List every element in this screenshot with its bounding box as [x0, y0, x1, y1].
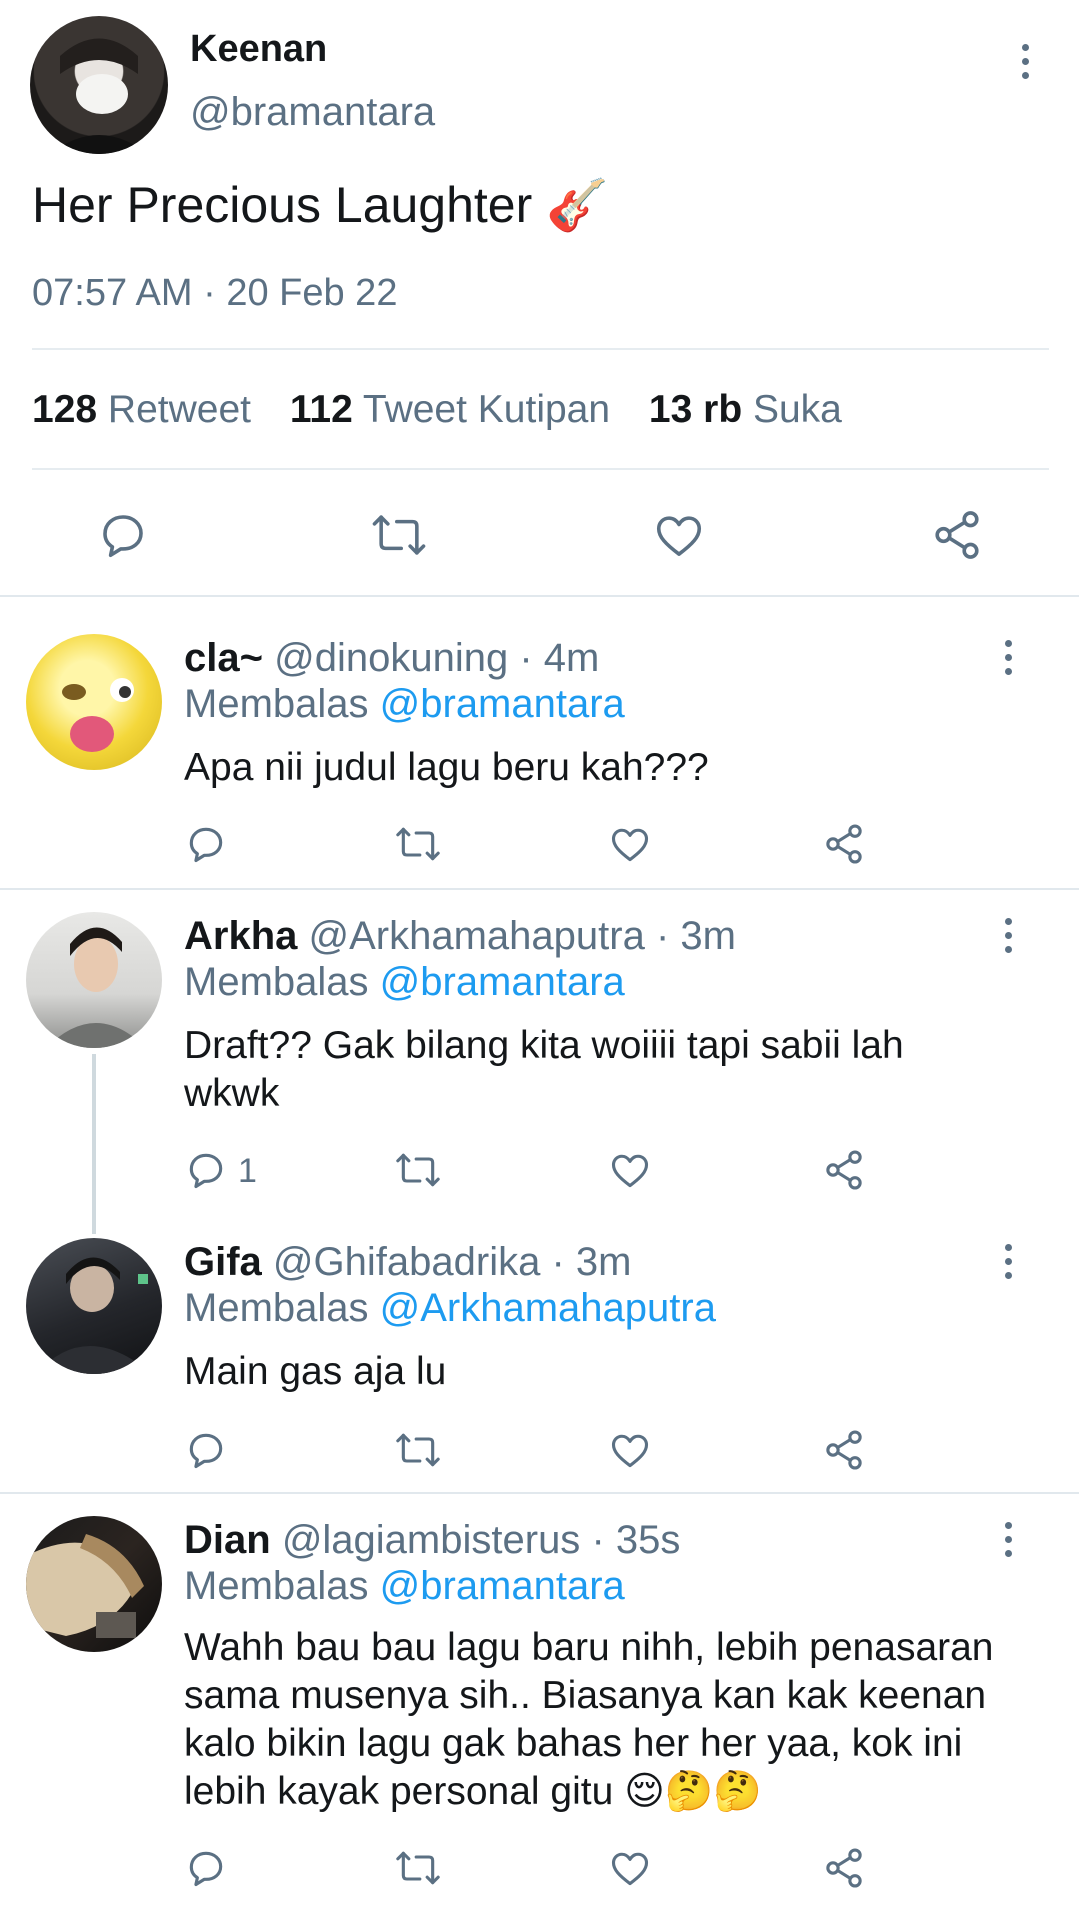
- reply-text: Apa nii judul lagu beru kah???: [184, 746, 709, 789]
- retweet-icon[interactable]: [394, 1846, 442, 1890]
- reply-icon[interactable]: [184, 1846, 228, 1890]
- reply-text: Main gas aja lu: [184, 1350, 447, 1393]
- like-icon[interactable]: [608, 1148, 652, 1192]
- quote-stat[interactable]: 112 Tweet Kutipan: [290, 388, 621, 431]
- section-divider: [0, 1492, 1079, 1494]
- tweet-stats: 128 Retweet 112 Tweet Kutipan 13 rb Suka: [32, 388, 842, 432]
- reply-author-name[interactable]: Arkha: [184, 914, 297, 958]
- reply-author-handle[interactable]: @lagiambisterus: [282, 1518, 581, 1562]
- replying-to: Membalas @bramantara: [184, 682, 625, 727]
- replying-to-prefix: Membalas: [184, 960, 369, 1004]
- retweet-icon[interactable]: [394, 1148, 442, 1192]
- retweet-stat[interactable]: 128 Retweet: [32, 388, 262, 431]
- share-icon[interactable]: [822, 1846, 866, 1890]
- author-avatar[interactable]: [30, 16, 168, 154]
- share-icon[interactable]: [822, 1148, 866, 1192]
- reply-count: 1: [238, 1152, 257, 1190]
- reply-time[interactable]: · 3m: [656, 914, 736, 958]
- replying-to-handle[interactable]: @bramantara: [380, 1564, 625, 1608]
- like-icon[interactable]: [652, 508, 706, 562]
- reply-icon[interactable]: [96, 508, 150, 562]
- share-icon[interactable]: [822, 822, 866, 866]
- reply-avatar[interactable]: [26, 634, 162, 770]
- guitar-emoji: 🎸: [546, 177, 609, 233]
- reply-author-name[interactable]: cla~: [184, 636, 263, 680]
- author-name[interactable]: Keenan: [190, 28, 327, 71]
- reply-text: Wahh bau bau lagu baru nihh, lebih penas…: [184, 1624, 1024, 1816]
- reply-avatar[interactable]: [26, 1238, 162, 1374]
- more-options-icon[interactable]: [988, 1510, 1028, 1570]
- divider: [32, 348, 1049, 350]
- more-options-icon[interactable]: [988, 628, 1028, 688]
- like-stat[interactable]: 13 rb Suka: [649, 388, 842, 431]
- reply-text-content: Wahh bau bau lagu baru nihh, lebih penas…: [184, 1626, 994, 1813]
- reply-header: cla~ @dinokuning · 4m: [184, 636, 599, 681]
- quote-count: 112: [289, 388, 353, 431]
- reply-author-handle[interactable]: @Arkhamahaputra: [309, 914, 645, 958]
- replying-to-prefix: Membalas: [184, 682, 369, 726]
- tweet-timestamp[interactable]: 07:57 AM · 20 Feb 22: [32, 272, 397, 315]
- reply-avatar[interactable]: [26, 1516, 162, 1652]
- replying-to-handle[interactable]: @Arkhamahaputra: [380, 1286, 716, 1330]
- replying-to: Membalas @bramantara: [184, 960, 625, 1005]
- retweet-label: Retweet: [107, 388, 251, 431]
- retweet-icon[interactable]: [394, 822, 442, 866]
- like-count: 13 rb: [648, 388, 743, 431]
- like-icon[interactable]: [608, 1846, 652, 1890]
- retweet-icon[interactable]: [394, 1428, 442, 1472]
- replying-to: Membalas @bramantara: [184, 1564, 625, 1609]
- divider: [32, 468, 1049, 470]
- reply-author-handle[interactable]: @dinokuning: [274, 636, 508, 680]
- thread-connector: [92, 1054, 96, 1234]
- replying-to-handle[interactable]: @bramantara: [380, 960, 625, 1004]
- like-icon[interactable]: [608, 822, 652, 866]
- reply-header: Dian @lagiambisterus · 35s: [184, 1518, 680, 1563]
- tweet-text-content: Her Precious Laughter: [32, 177, 533, 233]
- replying-to: Membalas @Arkhamahaputra: [184, 1286, 716, 1331]
- reply-icon[interactable]: [184, 1428, 228, 1472]
- share-icon[interactable]: [930, 508, 984, 562]
- reply-time[interactable]: · 35s: [591, 1518, 680, 1562]
- reply-emoji: 😌🤔🤔: [624, 1770, 762, 1813]
- more-options-icon[interactable]: [988, 1232, 1028, 1292]
- reply-icon[interactable]: [184, 822, 228, 866]
- like-label: Suka: [752, 388, 842, 431]
- reply-time[interactable]: · 4m: [519, 636, 599, 680]
- quote-label: Tweet Kutipan: [362, 388, 611, 431]
- reply-avatar[interactable]: [26, 912, 162, 1048]
- author-handle[interactable]: @bramantara: [190, 90, 435, 135]
- section-divider: [0, 888, 1079, 890]
- replying-to-handle[interactable]: @bramantara: [380, 682, 625, 726]
- reply-author-name[interactable]: Dian: [184, 1518, 271, 1562]
- like-icon[interactable]: [608, 1428, 652, 1472]
- section-divider: [0, 595, 1079, 597]
- reply-author-name[interactable]: Gifa: [184, 1240, 262, 1284]
- retweet-icon[interactable]: [370, 508, 428, 562]
- retweet-count: 128: [32, 388, 98, 431]
- reply-header: Arkha @Arkhamahaputra · 3m: [184, 914, 736, 959]
- replying-to-prefix: Membalas: [184, 1286, 369, 1330]
- reply-author-handle[interactable]: @Ghifabadrika: [273, 1240, 540, 1284]
- reply-header: Gifa @Ghifabadrika · 3m: [184, 1240, 631, 1285]
- reply-icon[interactable]: 1: [184, 1148, 257, 1192]
- replying-to-prefix: Membalas: [184, 1564, 369, 1608]
- tweet-text: Her Precious Laughter 🎸: [32, 176, 608, 235]
- more-options-icon[interactable]: [1005, 32, 1045, 92]
- reply-time[interactable]: · 3m: [551, 1240, 631, 1284]
- share-icon[interactable]: [822, 1428, 866, 1472]
- more-options-icon[interactable]: [988, 906, 1028, 966]
- reply-text: Draft?? Gak bilang kita woiiii tapi sabi…: [184, 1024, 904, 1115]
